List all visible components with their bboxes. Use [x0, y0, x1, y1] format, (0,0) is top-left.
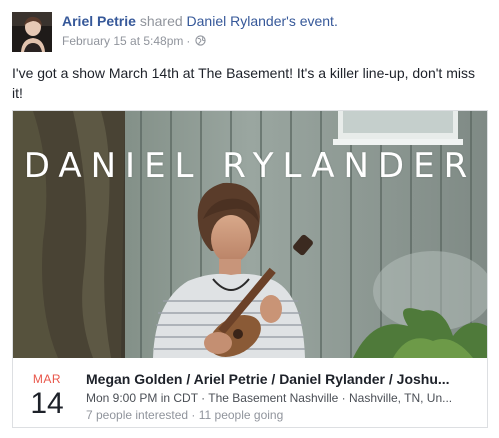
event-name-link[interactable]: Megan Golden / Ariel Petrie / Daniel Ryl… [86, 371, 476, 387]
event-cover-title: DANIEL RYLANDER [23, 146, 477, 186]
globe-icon[interactable] [195, 35, 207, 46]
shared-event-post: Ariel Petrie shared Daniel Rylander's ev… [0, 0, 499, 438]
event-info[interactable]: MAR 14 Megan Golden / Ariel Petrie / Dan… [13, 358, 487, 428]
event-day: 14 [30, 387, 64, 420]
shared-owner-link[interactable]: Daniel Rylander [187, 13, 287, 29]
event-details: Mon 9:00 PM in CDT · The Basement Nashvi… [86, 391, 453, 405]
action-text: shared [139, 13, 183, 29]
author-link[interactable]: Ariel Petrie [62, 13, 136, 29]
meta-separator: · [186, 34, 191, 48]
event-cover-photo[interactable]: DANIEL RYLANDER [13, 111, 487, 358]
event-month: MAR [32, 372, 62, 386]
shared-object-link[interactable]: 's event. [286, 13, 338, 29]
post-header: Ariel Petrie shared Daniel Rylander's ev… [62, 13, 338, 29]
post-meta: February 15 at 5:48pm · [62, 34, 207, 48]
avatar[interactable] [12, 12, 52, 52]
timestamp-link[interactable]: February 15 at 5:48pm [62, 34, 183, 48]
event-attachment[interactable]: DANIEL RYLANDER MAR 14 Megan Golden / Ar… [12, 110, 488, 428]
event-date: MAR 14 [25, 372, 69, 421]
event-social-context: 7 people interested · 11 people going [86, 408, 284, 422]
post-text: I've got a show March 14th at The Baseme… [12, 65, 475, 101]
